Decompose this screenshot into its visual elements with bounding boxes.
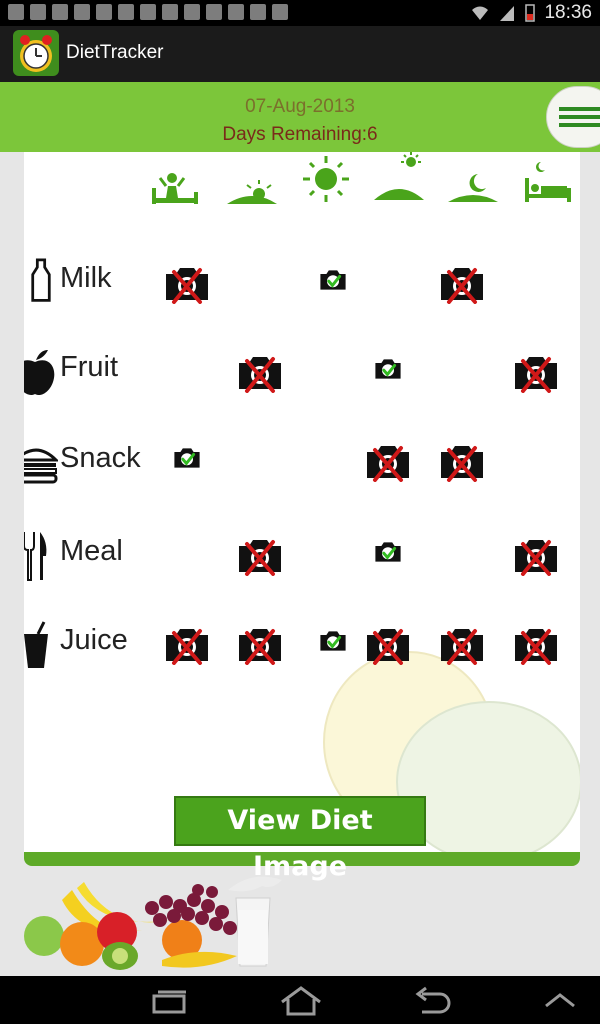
clock: 18:36 (544, 2, 592, 23)
tag-icon (162, 4, 178, 20)
missed-camera-icon[interactable] (363, 442, 413, 482)
media-icon (272, 4, 288, 20)
fork-knife-icon (24, 532, 47, 581)
row-label-fruit: Fruit (60, 351, 118, 383)
chevron-up-icon[interactable] (544, 992, 576, 1008)
captured-camera-icon[interactable] (363, 536, 413, 576)
media-icon (250, 4, 266, 20)
row-label-milk: Milk (60, 262, 112, 294)
signal-icon (500, 6, 515, 21)
fruit-icon (118, 4, 134, 20)
fruit-banner-illustration (24, 876, 282, 970)
missed-camera-icon[interactable] (511, 353, 561, 393)
battery-icon (525, 4, 536, 22)
notification-icons (8, 4, 288, 20)
diet-grid-panel: Milk Fruit Snack Meal Juice (24, 152, 580, 852)
apple-icon (24, 350, 55, 395)
sunrise-icon (227, 180, 277, 204)
home-icon[interactable] (280, 986, 322, 1016)
days-remaining: Days Remaining:6 (222, 124, 378, 145)
missed-camera-icon[interactable] (437, 442, 487, 482)
row-label-snack: Snack (60, 442, 141, 474)
status-right: 18:36 (470, 2, 592, 24)
block-icon (206, 4, 222, 20)
milk-bottle-icon (31, 258, 51, 302)
mail-icon (30, 4, 46, 20)
missed-camera-icon[interactable] (511, 536, 561, 576)
missed-camera-icon[interactable] (235, 625, 285, 665)
recent-apps-icon[interactable] (150, 986, 190, 1016)
date-header: 07-Aug-2013 Days Remaining:6 (0, 82, 600, 152)
missed-camera-icon[interactable] (437, 264, 487, 304)
missed-camera-icon[interactable] (437, 625, 487, 665)
app-logo-icon[interactable] (13, 30, 59, 76)
back-icon[interactable] (412, 986, 452, 1016)
missed-camera-icon[interactable] (363, 625, 413, 665)
burger-icon (24, 448, 58, 484)
midday-sun-icon (303, 156, 349, 202)
usb-icon (8, 4, 24, 20)
evening-moon-icon (448, 174, 498, 202)
bedtime-icon (525, 162, 571, 202)
captured-camera-icon[interactable] (363, 353, 413, 393)
app-title: DietTracker (66, 42, 164, 63)
cup-icon (24, 621, 48, 668)
missed-camera-icon[interactable] (511, 625, 561, 665)
status-bar: 18:36 (0, 0, 600, 26)
wake-up-icon (152, 173, 198, 204)
tools-icon (140, 4, 156, 20)
menu-button[interactable] (546, 86, 600, 148)
current-date: 07-Aug-2013 (245, 96, 355, 117)
food-icon (96, 4, 112, 20)
app-icon-small (184, 4, 200, 20)
captured-camera-icon[interactable] (308, 264, 358, 304)
wifi-icon (472, 6, 489, 20)
menu-icon (559, 107, 600, 131)
missed-camera-icon[interactable] (235, 353, 285, 393)
view-diet-image-button[interactable]: View Diet Image (174, 796, 426, 882)
missed-camera-icon[interactable] (162, 625, 212, 665)
row-label-juice: Juice (60, 624, 128, 656)
app-notification-icon (74, 4, 90, 20)
row-label-meal: Meal (60, 535, 123, 567)
captured-camera-icon[interactable] (308, 625, 358, 665)
afternoon-icon (374, 152, 424, 200)
media-icon (228, 4, 244, 20)
system-nav-bar (0, 976, 600, 1024)
missed-camera-icon[interactable] (162, 264, 212, 304)
captured-camera-icon[interactable] (162, 442, 212, 482)
action-bar: DietTracker (0, 26, 600, 82)
image-icon (52, 4, 68, 20)
missed-camera-icon[interactable] (235, 536, 285, 576)
